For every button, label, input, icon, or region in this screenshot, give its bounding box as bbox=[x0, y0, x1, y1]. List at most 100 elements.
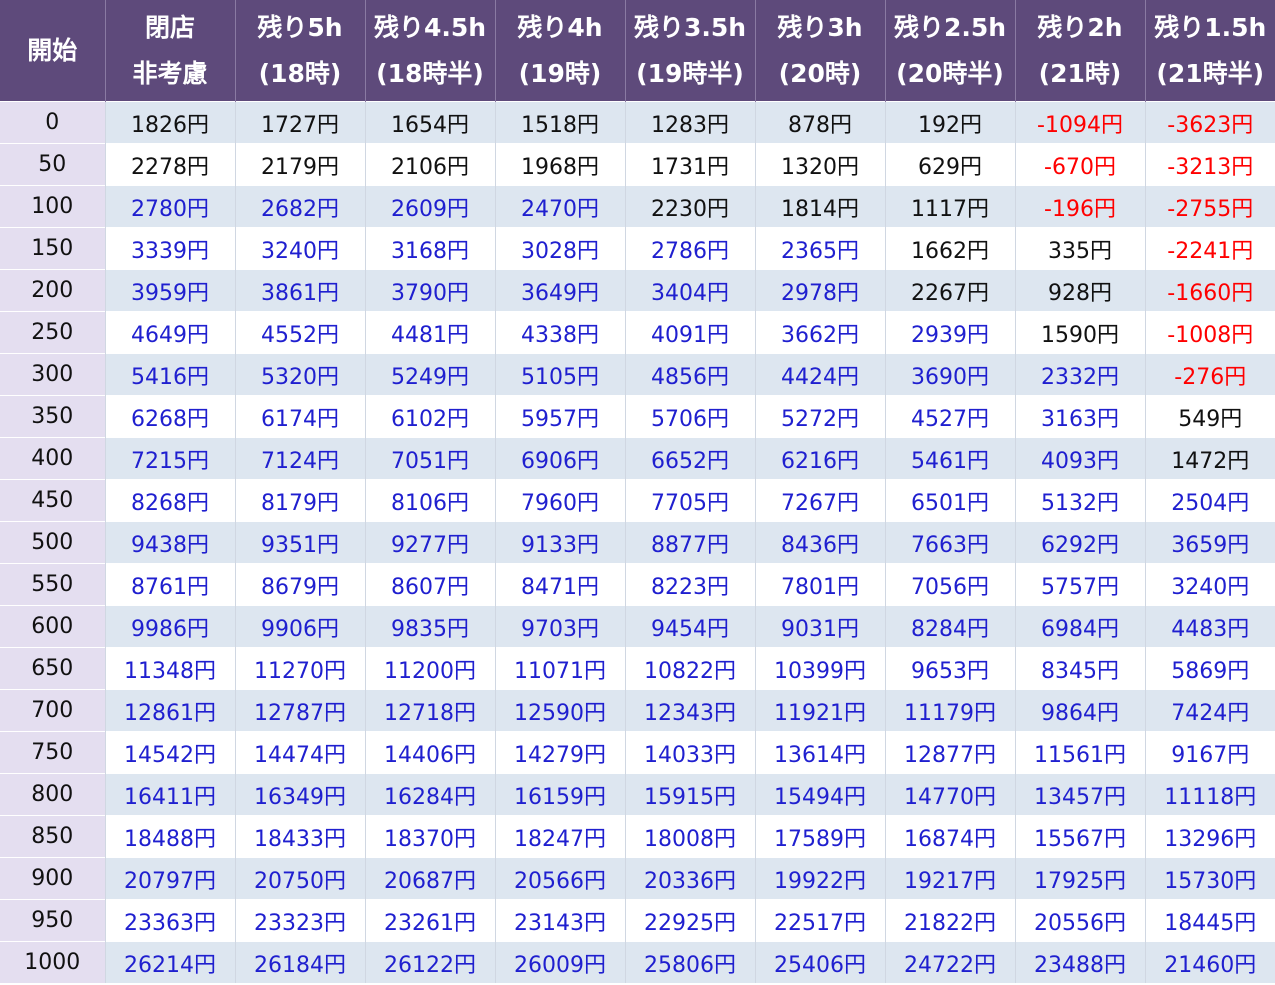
value-cell: 6292円 bbox=[1014, 521, 1145, 564]
value-cell: 4527円 bbox=[884, 395, 1015, 438]
value-cell: 549円 bbox=[1144, 395, 1275, 438]
value-cell: 8223円 bbox=[624, 563, 755, 606]
value-cell: 9986円 bbox=[104, 605, 235, 648]
value-cell: 15730円 bbox=[1144, 857, 1275, 900]
start-games-cell: 0 bbox=[0, 101, 105, 144]
value-cell: 3163円 bbox=[1014, 395, 1145, 438]
header-col: 残り2h (21時) bbox=[1014, 0, 1145, 102]
value-cell: 4093円 bbox=[1014, 437, 1145, 480]
value-cell: 5272円 bbox=[754, 395, 885, 438]
expected-value-table: 開始 閉店 非考慮 残り5h (18時) 残り4.5h (18時半) 残り4h … bbox=[0, 0, 1275, 983]
value-cell: 1731円 bbox=[624, 143, 755, 186]
value-cell: 8345円 bbox=[1014, 647, 1145, 690]
value-cell: 5869円 bbox=[1144, 647, 1275, 690]
value-cell: 23323円 bbox=[234, 899, 365, 942]
header-line2: (20時) bbox=[778, 58, 862, 88]
value-cell: 6102円 bbox=[364, 395, 495, 438]
value-cell: 7801円 bbox=[754, 563, 885, 606]
value-cell: 8471円 bbox=[494, 563, 625, 606]
value-cell: 25806円 bbox=[624, 941, 755, 983]
value-cell: 1727円 bbox=[234, 101, 365, 144]
header-line2: (18時半) bbox=[376, 58, 484, 88]
value-cell: 1654円 bbox=[364, 101, 495, 144]
start-games-cell: 650 bbox=[0, 647, 105, 690]
value-cell: 14406円 bbox=[364, 731, 495, 774]
value-cell: 18247円 bbox=[494, 815, 625, 858]
header-col: 閉店 非考慮 bbox=[104, 0, 235, 102]
value-cell: 1320円 bbox=[754, 143, 885, 186]
header-line1: 残り4.5h bbox=[373, 12, 487, 42]
header-line1: 残り1.5h bbox=[1154, 12, 1267, 42]
start-games-cell: 50 bbox=[0, 143, 105, 186]
header-line2: (19時半) bbox=[636, 58, 744, 88]
value-cell: -1008円 bbox=[1144, 311, 1275, 354]
value-cell: 3790円 bbox=[364, 269, 495, 312]
value-cell: 6501円 bbox=[884, 479, 1015, 522]
value-cell: 25406円 bbox=[754, 941, 885, 983]
table-row: 100 2780円 2682円 2609円 2470円 2230円 1814円 1117円 -1… bbox=[0, 185, 1275, 228]
table-row: 150 3339円 3240円 3168円 3028円 2786円 2365円 1662円 33… bbox=[0, 227, 1275, 270]
value-cell: 5105円 bbox=[494, 353, 625, 396]
value-cell: 18445円 bbox=[1144, 899, 1275, 942]
table-row: 650 11348円 11270円 11200円 11071円 10822円 10399円 9… bbox=[0, 647, 1275, 690]
start-games-cell: 400 bbox=[0, 437, 105, 480]
value-cell: 18008円 bbox=[624, 815, 755, 858]
value-cell: 16349円 bbox=[234, 773, 365, 816]
header-line2: (21時) bbox=[1038, 58, 1122, 88]
value-cell: 11200円 bbox=[364, 647, 495, 690]
value-cell: -3213円 bbox=[1144, 143, 1275, 186]
table-body: 0 1826円 1727円 1654円 1518円 1283円 878円 192円 -1094円… bbox=[0, 101, 1275, 983]
value-cell: 2332円 bbox=[1014, 353, 1145, 396]
table-row: 850 18488円 18433円 18370円 18247円 18008円 17589円 1… bbox=[0, 815, 1275, 858]
value-cell: 7051円 bbox=[364, 437, 495, 480]
table-row: 400 7215円 7124円 7051円 6906円 6652円 6216円 5461円 40… bbox=[0, 437, 1275, 480]
value-cell: 13457円 bbox=[1014, 773, 1145, 816]
header-col: 残り1.5h (21時半) bbox=[1144, 0, 1275, 102]
start-games-cell: 600 bbox=[0, 605, 105, 648]
table-row: 200 3959円 3861円 3790円 3649円 3404円 2978円 2267円 92… bbox=[0, 269, 1275, 312]
value-cell: 2106円 bbox=[364, 143, 495, 186]
value-cell: 2504円 bbox=[1144, 479, 1275, 522]
header-line2: (18時) bbox=[258, 58, 342, 88]
value-cell: 23363円 bbox=[104, 899, 235, 942]
value-cell: -2241円 bbox=[1144, 227, 1275, 270]
value-cell: 14033円 bbox=[624, 731, 755, 774]
value-cell: 14279円 bbox=[494, 731, 625, 774]
value-cell: 26214円 bbox=[104, 941, 235, 983]
value-cell: 1283円 bbox=[624, 101, 755, 144]
table-row: 0 1826円 1727円 1654円 1518円 1283円 878円 192円 -1094円… bbox=[0, 101, 1275, 144]
header-start: 開始 bbox=[0, 0, 105, 102]
value-cell: 11270円 bbox=[234, 647, 365, 690]
value-cell: 3168円 bbox=[364, 227, 495, 270]
table-row: 500 9438円 9351円 9277円 9133円 8877円 8436円 7663円 62… bbox=[0, 521, 1275, 564]
value-cell: 2609円 bbox=[364, 185, 495, 228]
header-line2: (19時) bbox=[518, 58, 602, 88]
value-cell: 3339円 bbox=[104, 227, 235, 270]
value-cell: 9351円 bbox=[234, 521, 365, 564]
value-cell: 11348円 bbox=[104, 647, 235, 690]
value-cell: 4338円 bbox=[494, 311, 625, 354]
value-cell: 22925円 bbox=[624, 899, 755, 942]
value-cell: 22517円 bbox=[754, 899, 885, 942]
value-cell: 15494円 bbox=[754, 773, 885, 816]
start-games-cell: 300 bbox=[0, 353, 105, 396]
value-cell: 17925円 bbox=[1014, 857, 1145, 900]
value-cell: 8761円 bbox=[104, 563, 235, 606]
value-cell: 26009円 bbox=[494, 941, 625, 983]
value-cell: 24722円 bbox=[884, 941, 1015, 983]
value-cell: 1117円 bbox=[884, 185, 1015, 228]
value-cell: 23261円 bbox=[364, 899, 495, 942]
value-cell: 12787円 bbox=[234, 689, 365, 732]
value-cell: 9277円 bbox=[364, 521, 495, 564]
value-cell: 9133円 bbox=[494, 521, 625, 564]
value-cell: 14474円 bbox=[234, 731, 365, 774]
value-cell: 5320円 bbox=[234, 353, 365, 396]
value-cell: 4424円 bbox=[754, 353, 885, 396]
value-cell: 3959円 bbox=[104, 269, 235, 312]
value-cell: 11071円 bbox=[494, 647, 625, 690]
table-row: 1000 26214円 26184円 26122円 26009円 25806円 25406円… bbox=[0, 941, 1275, 983]
value-cell: 12861円 bbox=[104, 689, 235, 732]
value-cell: 4856円 bbox=[624, 353, 755, 396]
value-cell: -2755円 bbox=[1144, 185, 1275, 228]
header-line1: 残り4h bbox=[517, 12, 603, 42]
